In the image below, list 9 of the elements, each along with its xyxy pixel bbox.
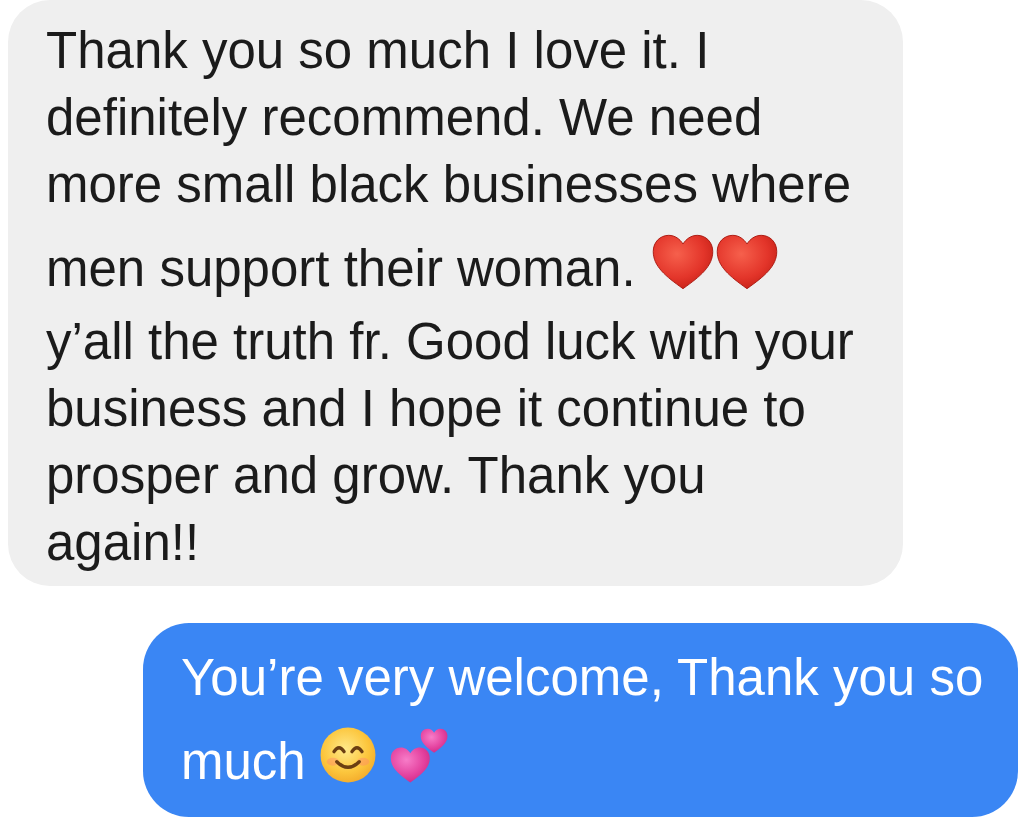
heart-icon [651, 234, 714, 290]
message-text: Thank you so much I love it. I definitely recommend. We need more small black businesses where [46, 22, 851, 213]
message-text: men support their woman. [46, 240, 636, 297]
smiling-face-icon [319, 727, 376, 783]
two-hearts-icon [390, 728, 449, 783]
message-text: You’re very welcome, Thank you so [181, 649, 984, 706]
message-text: y’all the truth fr. Good luck with your business and I hope it continue to prosper and grow. Thank you again!! [46, 313, 854, 571]
heart-icon [715, 234, 778, 290]
message-text: much [181, 733, 306, 790]
